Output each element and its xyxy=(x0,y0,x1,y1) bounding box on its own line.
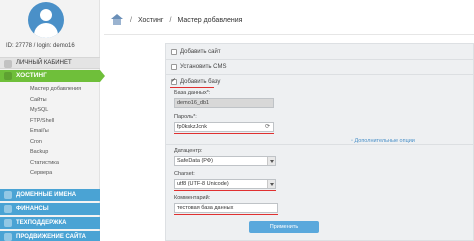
refresh-icon[interactable]: ⟳ xyxy=(265,123,270,131)
sidebar-item-label: ТЕХПОДДЕРЖКА xyxy=(16,220,67,226)
avatar[interactable] xyxy=(28,2,64,38)
breadcrumb-hosting[interactable]: Хостинг xyxy=(138,17,164,24)
apply-button[interactable]: Применить xyxy=(249,221,319,233)
sidebar-item-label: ПРОДВИЖЕНИЕ САЙТА xyxy=(16,234,86,240)
option-label: Добавить базу xyxy=(180,79,221,85)
option-install-cms[interactable]: Установить CMS xyxy=(171,62,227,72)
hosting-icon xyxy=(4,72,12,80)
sidebar-item-label: ЛИЧНЫЙ КАБИНЕТ xyxy=(16,60,72,66)
option-add-site[interactable]: Добавить сайт xyxy=(171,47,221,57)
sidebar: ID: 27778 / login: demo16 ЛИЧНЫЙ КАБИНЕТ… xyxy=(0,0,105,241)
home-icon[interactable] xyxy=(110,14,124,26)
sidebar-item-label: ДОМЕННЫЕ ИМЕНА xyxy=(16,192,77,198)
chevron-down-icon xyxy=(267,180,275,188)
sidebar-subitem-ftp[interactable]: FTP/Shell xyxy=(0,116,100,127)
support-icon xyxy=(4,219,12,227)
password-field[interactable]: fp0kskzJcnk ⟳ xyxy=(174,122,274,132)
datacenter-label: Датацентр: xyxy=(174,148,203,154)
datacenter-select[interactable]: SafeData (РФ) xyxy=(174,156,276,166)
password-label: Пароль*: xyxy=(174,114,197,120)
highlight-underline xyxy=(170,87,214,88)
option-label: Добавить сайт xyxy=(180,49,221,55)
sidebar-item-label: ФИНАНСЫ xyxy=(16,206,49,212)
sidebar-item-label: ХОСТИНГ xyxy=(16,72,47,79)
highlight-underline xyxy=(174,214,278,215)
db-name-field: demo16_db1 xyxy=(174,98,274,108)
sidebar-subitem-servers[interactable]: Сервера xyxy=(0,168,100,179)
sidebar-subitem-cron[interactable]: Cron xyxy=(0,137,100,148)
sidebar-item-domains[interactable]: ДОМЕННЫЕ ИМЕНА xyxy=(0,189,100,201)
comment-field[interactable]: тестовая база данных xyxy=(174,203,278,213)
sidebar-subitem-mysql[interactable]: MySQL xyxy=(0,105,100,116)
sidebar-subitem-wizard[interactable]: Мастер добавления xyxy=(0,84,100,95)
sidebar-subitem-email[interactable]: Email'ы xyxy=(0,126,100,137)
db-name-label: База данных*: xyxy=(174,90,211,96)
charset-label: Charset: xyxy=(174,171,195,177)
comment-label: Комментарий: xyxy=(174,195,211,201)
cabinet-icon xyxy=(4,60,12,68)
breadcrumb-current: Мастер добавления xyxy=(177,16,243,24)
wizard-panel: Добавить сайт Установить CMS Добавить ба… xyxy=(165,43,474,241)
sidebar-subitem-sites[interactable]: Сайты xyxy=(0,95,100,106)
sidebar-item-promotion[interactable]: ПРОДВИЖЕНИЕ САЙТА xyxy=(0,231,100,241)
option-label: Установить CMS xyxy=(180,64,227,70)
add-site-checkbox[interactable] xyxy=(171,49,177,55)
sidebar-item-hosting[interactable]: ХОСТИНГ xyxy=(0,70,105,82)
sidebar-item-cabinet[interactable]: ЛИЧНЫЙ КАБИНЕТ xyxy=(0,57,100,69)
charset-select[interactable]: utf8 (UTF-8 Unicode) xyxy=(174,179,276,189)
chevron-down-icon xyxy=(267,157,275,165)
header-divider xyxy=(104,34,474,35)
sidebar-item-finance[interactable]: ФИНАНСЫ xyxy=(0,203,100,215)
install-cms-checkbox[interactable] xyxy=(171,64,177,70)
globe-icon xyxy=(4,191,12,199)
highlight-underline xyxy=(174,133,274,134)
highlight-underline xyxy=(174,190,276,191)
hosting-submenu: Мастер добавления Сайты MySQL FTP/Shell … xyxy=(0,84,100,179)
chart-icon xyxy=(4,233,12,241)
add-db-checkbox[interactable] xyxy=(171,77,177,85)
sidebar-item-support[interactable]: ТЕХПОДДЕРЖКА xyxy=(0,217,100,229)
wallet-icon xyxy=(4,205,12,213)
sidebar-subitem-stats[interactable]: Статистика xyxy=(0,158,100,169)
sidebar-subitem-backup[interactable]: Backup xyxy=(0,147,100,158)
option-add-db[interactable]: Добавить базу xyxy=(171,77,220,87)
user-id-login: ID: 27778 / login: demo16 xyxy=(6,43,75,49)
breadcrumb: / Хостинг / Мастер добавления xyxy=(110,10,242,30)
